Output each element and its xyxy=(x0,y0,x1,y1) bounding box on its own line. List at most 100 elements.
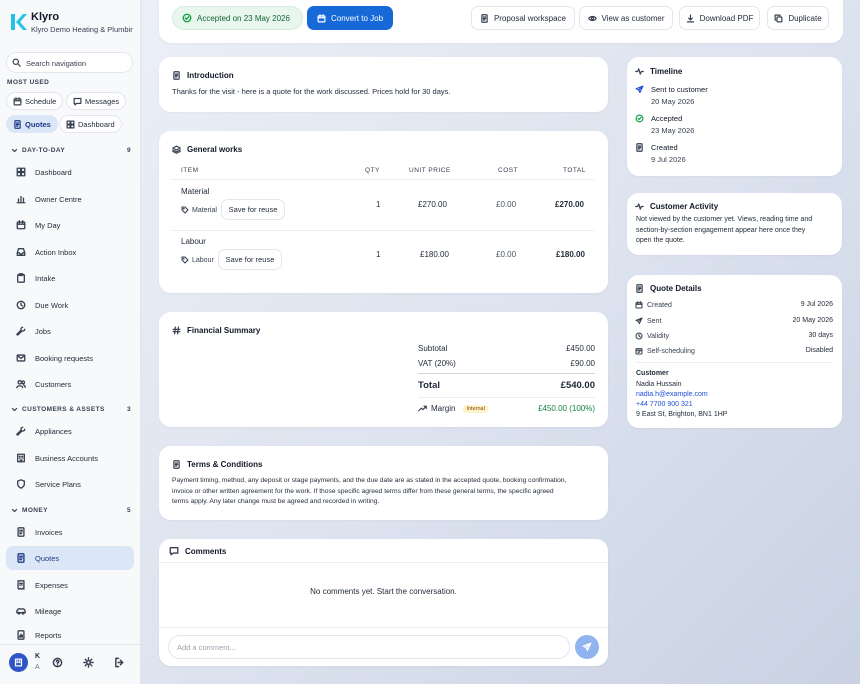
sidebar-item-jobs[interactable]: Jobs xyxy=(6,319,134,343)
sidebar-item-reports[interactable]: Reports xyxy=(6,626,134,644)
button-label: Proposal workspace xyxy=(493,13,567,23)
table-divider xyxy=(172,179,595,180)
section-count: 5 xyxy=(126,507,131,514)
app-name: Klyro xyxy=(31,11,60,23)
detail-self-scheduling-value: Disabled xyxy=(805,347,833,354)
document-icon xyxy=(173,460,180,469)
general-works-title: General works xyxy=(172,145,242,154)
detail-validity-label: Validity xyxy=(635,332,669,340)
user-subtitle: A xyxy=(35,664,40,671)
copy-icon xyxy=(774,14,783,22)
hash-icon xyxy=(172,326,181,335)
save-for-reuse-button[interactable]: Save for reuse xyxy=(218,249,282,270)
shield-icon xyxy=(17,479,26,489)
sidebar-item-dashboard[interactable]: Dashboard xyxy=(6,160,134,184)
activity-line: section-by-section engagement appear her… xyxy=(636,226,806,234)
avatar[interactable] xyxy=(9,653,28,672)
customer-name: Nadia Hussain xyxy=(636,381,682,388)
chip-quotes[interactable]: Quotes xyxy=(6,115,58,133)
convert-to-job-button[interactable]: Convert to Job xyxy=(307,6,393,30)
row-divider xyxy=(172,230,595,231)
save-for-reuse-button[interactable]: Save for reuse xyxy=(221,199,285,220)
help-icon[interactable] xyxy=(52,657,63,668)
col-total: TOTAL xyxy=(563,167,586,174)
search-input[interactable] xyxy=(26,56,126,70)
download-pdf-button[interactable]: Download PDF xyxy=(679,6,760,30)
search-icon xyxy=(12,58,21,67)
timeline-label: Accepted xyxy=(651,114,683,123)
sidebar-item-label: Owner Centre xyxy=(35,194,82,204)
customer-phone-link[interactable]: +44 7700 900 321 xyxy=(636,401,693,408)
timeline-label: Created xyxy=(651,143,678,152)
logout-icon[interactable] xyxy=(114,657,125,668)
section-customers-assets[interactable]: CUSTOMERS & ASSETS 3 xyxy=(11,406,131,413)
row-item-name: Labour xyxy=(181,237,206,246)
mail-icon xyxy=(16,354,26,362)
sidebar: Klyro Klyro Demo Heating & Plumbing MOST… xyxy=(0,0,141,684)
sidebar-item-label: Quotes xyxy=(35,553,60,563)
view-as-customer-button[interactable]: View as customer xyxy=(579,6,673,30)
calendar-icon xyxy=(317,13,326,22)
sidebar-item-action-inbox[interactable]: Action Inbox xyxy=(6,240,134,264)
sidebar-item-appliances[interactable]: Appliances xyxy=(6,419,134,443)
section-day-to-day[interactable]: DAY-TO-DAY 9 xyxy=(11,147,131,154)
col-cost: COST xyxy=(498,167,519,174)
inbox-icon xyxy=(16,248,26,256)
send-icon xyxy=(635,317,643,325)
check-circle-icon xyxy=(182,13,192,23)
terms-line: terms apply. Any later change must be ag… xyxy=(172,498,380,505)
proposal-workspace-button[interactable]: Proposal workspace xyxy=(471,6,575,30)
chat-icon xyxy=(169,547,179,556)
sidebar-item-due-work[interactable]: Due Work xyxy=(6,293,134,317)
sidebar-item-intake[interactable]: Intake xyxy=(6,266,134,290)
send-icon xyxy=(582,642,592,651)
sidebar-item-owner-centre[interactable]: Owner Centre xyxy=(6,187,134,211)
sidebar-item-customers[interactable]: Customers xyxy=(6,372,134,396)
section-money[interactable]: MONEY 5 xyxy=(11,507,131,514)
timeline-label: Sent to customer xyxy=(651,85,708,94)
row-qty: 1 xyxy=(376,250,381,259)
sidebar-item-service-plans[interactable]: Service Plans xyxy=(6,472,134,496)
sidebar-item-label: My Day xyxy=(35,220,61,230)
navigation-search[interactable] xyxy=(6,52,133,73)
document-icon xyxy=(481,13,488,23)
sidebar-item-my-day[interactable]: My Day xyxy=(6,213,134,237)
tag-icon xyxy=(181,206,189,214)
calendar-icon xyxy=(13,96,22,105)
sidebar-item-mileage[interactable]: Mileage xyxy=(6,599,134,623)
sidebar-item-expenses[interactable]: Expenses xyxy=(6,573,134,597)
calendar-check-icon xyxy=(635,348,643,355)
chip-label: Quotes xyxy=(25,119,51,129)
row-total: £270.00 xyxy=(555,200,584,209)
sidebar-item-booking-requests[interactable]: Booking requests xyxy=(6,346,134,370)
send-icon xyxy=(635,85,644,94)
document-icon xyxy=(173,71,180,80)
calendar-icon xyxy=(635,301,643,309)
theme-sun-icon[interactable] xyxy=(83,657,94,668)
internal-badge: Internal xyxy=(463,404,488,413)
total-divider xyxy=(418,373,595,374)
sidebar-item-quotes[interactable]: Quotes xyxy=(6,546,134,570)
most-used-label: MOST USED xyxy=(7,79,50,86)
sidebar-item-label: Intake xyxy=(35,273,56,283)
comments-input-divider xyxy=(159,627,608,628)
detail-validity-value: 30 days xyxy=(808,332,833,339)
timeline-title: Timeline xyxy=(635,67,682,76)
terms-line: invoice or other written agreement for t… xyxy=(172,487,554,495)
duplicate-button[interactable]: Duplicate xyxy=(767,6,829,30)
activity-icon xyxy=(635,203,644,210)
activity-line: open the quote. xyxy=(636,237,685,244)
comments-title: Comments xyxy=(169,546,226,556)
sidebar-item-business-accounts[interactable]: Business Accounts xyxy=(6,446,134,470)
chevron-down-icon xyxy=(11,148,18,153)
chip-dashboard[interactable]: Dashboard xyxy=(59,115,122,133)
message-icon xyxy=(73,97,82,105)
chip-messages[interactable]: Messages xyxy=(66,92,127,110)
send-comment-button[interactable] xyxy=(575,635,599,659)
comment-input[interactable] xyxy=(168,635,570,659)
download-icon xyxy=(686,14,694,22)
sidebar-item-invoices[interactable]: Invoices xyxy=(6,520,134,544)
chip-schedule[interactable]: Schedule xyxy=(6,92,64,110)
customer-email-link[interactable]: nadia.h@example.com xyxy=(636,391,708,398)
vat-label: VAT (20%) xyxy=(418,359,456,368)
